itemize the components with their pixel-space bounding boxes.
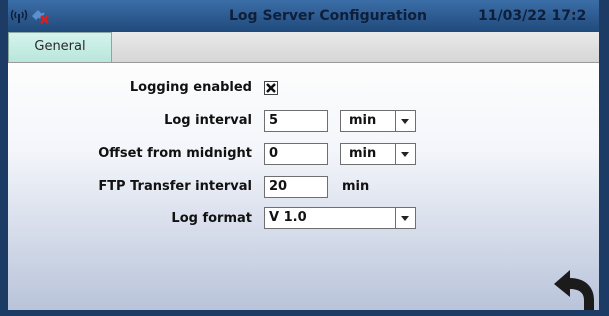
chevron-down-icon[interactable]: [395, 111, 415, 131]
log-format-select[interactable]: V 1.0: [264, 207, 416, 229]
connection-status-icon: [30, 6, 50, 28]
checkmark-icon: [266, 83, 276, 93]
chevron-down-icon[interactable]: [395, 208, 415, 228]
log-format-label: Log format: [171, 211, 252, 226]
logging-enabled-checkbox[interactable]: [264, 81, 278, 95]
log-format-value: V 1.0: [269, 210, 307, 225]
offset-input[interactable]: 0: [264, 143, 328, 165]
back-button[interactable]: [552, 266, 598, 316]
offset-unit-select[interactable]: min: [340, 143, 416, 165]
ftp-interval-input[interactable]: 20: [264, 176, 328, 198]
log-interval-label: Log interval: [164, 113, 252, 128]
ftp-interval-label: FTP Transfer interval: [98, 179, 252, 194]
page-title: Log Server Configuration: [229, 8, 427, 24]
offset-label: Offset from midnight: [98, 146, 252, 161]
log-interval-input[interactable]: 5: [264, 110, 328, 132]
chevron-down-icon[interactable]: [395, 144, 415, 164]
datetime: 11/03/22 17:2: [478, 8, 587, 24]
ftp-interval-unit: min: [342, 179, 370, 194]
back-arrow-icon: [554, 270, 594, 310]
offset-unit-value: min: [349, 146, 377, 161]
log-interval-unit-select[interactable]: min: [340, 110, 416, 132]
tab-bar: General: [8, 32, 599, 63]
tab-general[interactable]: General: [8, 32, 112, 62]
title-bar: Log Server Configuration 11/03/22 17:2: [8, 0, 599, 32]
logging-enabled-label: Logging enabled: [129, 80, 252, 95]
log-interval-unit-value: min: [349, 113, 377, 128]
network-status-icon: [10, 6, 28, 28]
